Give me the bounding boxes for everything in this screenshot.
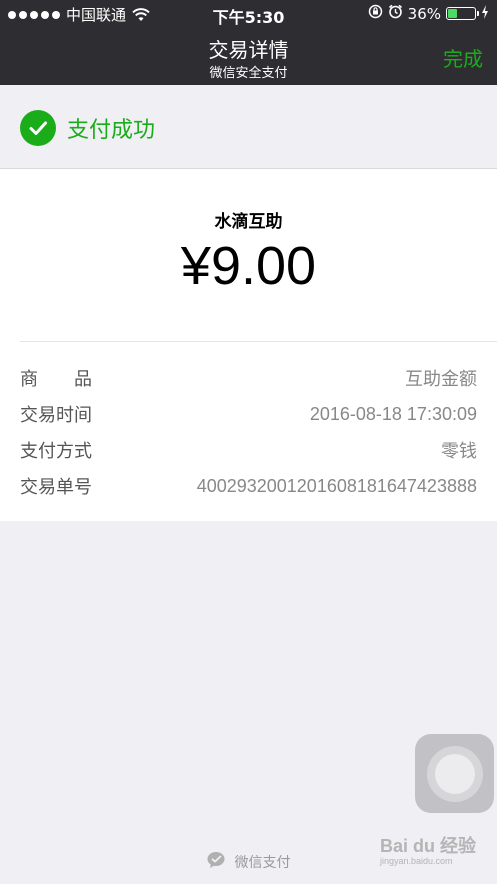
page-subtitle: 微信安全支付: [209, 66, 288, 81]
detail-value: 零钱: [441, 441, 477, 462]
checkmark-icon: [20, 110, 56, 146]
watermark-text: Bai du 经验: [380, 836, 477, 856]
payment-status-text: 支付成功: [67, 118, 156, 143]
footer-text: 微信支付: [234, 855, 291, 871]
assistive-touch-center: [434, 753, 475, 794]
transaction-detail-card: 水滴互助 ¥9.00 商 品 互助金额 交易时间 2016-08-18 17:3…: [0, 169, 497, 521]
payment-status-banner: 支付成功: [0, 85, 497, 169]
detail-value: 2016-08-18 17:30:09: [309, 403, 477, 424]
detail-label: 商 品: [20, 369, 92, 390]
detail-label: 支付方式: [20, 441, 92, 462]
battery-percent: 36%: [407, 4, 441, 23]
watermark-subtext: jingyan.baidu.com: [380, 856, 453, 866]
status-bar: 中国联通 下午5:30 36%: [0, 0, 497, 27]
charging-icon: [481, 4, 489, 23]
status-bar-right: 36%: [368, 4, 489, 23]
assistive-touch-button[interactable]: [415, 734, 494, 813]
detail-label: 交易单号: [20, 477, 92, 498]
baidu-watermark: Bai du 经验 jingyan.baidu.com: [380, 832, 476, 866]
orientation-lock-icon: [368, 4, 383, 23]
detail-label: 交易时间: [20, 405, 92, 426]
assistive-touch-ring: [426, 745, 483, 802]
alarm-icon: [388, 4, 403, 23]
merchant-name: 水滴互助: [214, 212, 283, 232]
detail-value: 4002932001201608181647423888: [196, 475, 477, 496]
detail-row-payment-method: 支付方式 零钱: [20, 437, 477, 463]
navigation-bar: 交易详情 微信安全支付 完成: [0, 26, 497, 85]
page-title: 交易详情: [208, 38, 289, 62]
done-button[interactable]: 完成: [443, 43, 483, 72]
detail-value: 互助金额: [405, 369, 477, 390]
detail-row-time: 交易时间 2016-08-18 17:30:09: [20, 401, 477, 427]
wechat-pay-icon: [207, 851, 229, 873]
detail-row-product: 商 品 互助金额: [20, 365, 477, 391]
battery-icon: [446, 7, 479, 20]
payment-amount: ¥9.00: [180, 236, 317, 296]
divider: [20, 341, 497, 342]
detail-row-transaction-id: 交易单号 4002932001201608181647423888: [20, 473, 477, 499]
